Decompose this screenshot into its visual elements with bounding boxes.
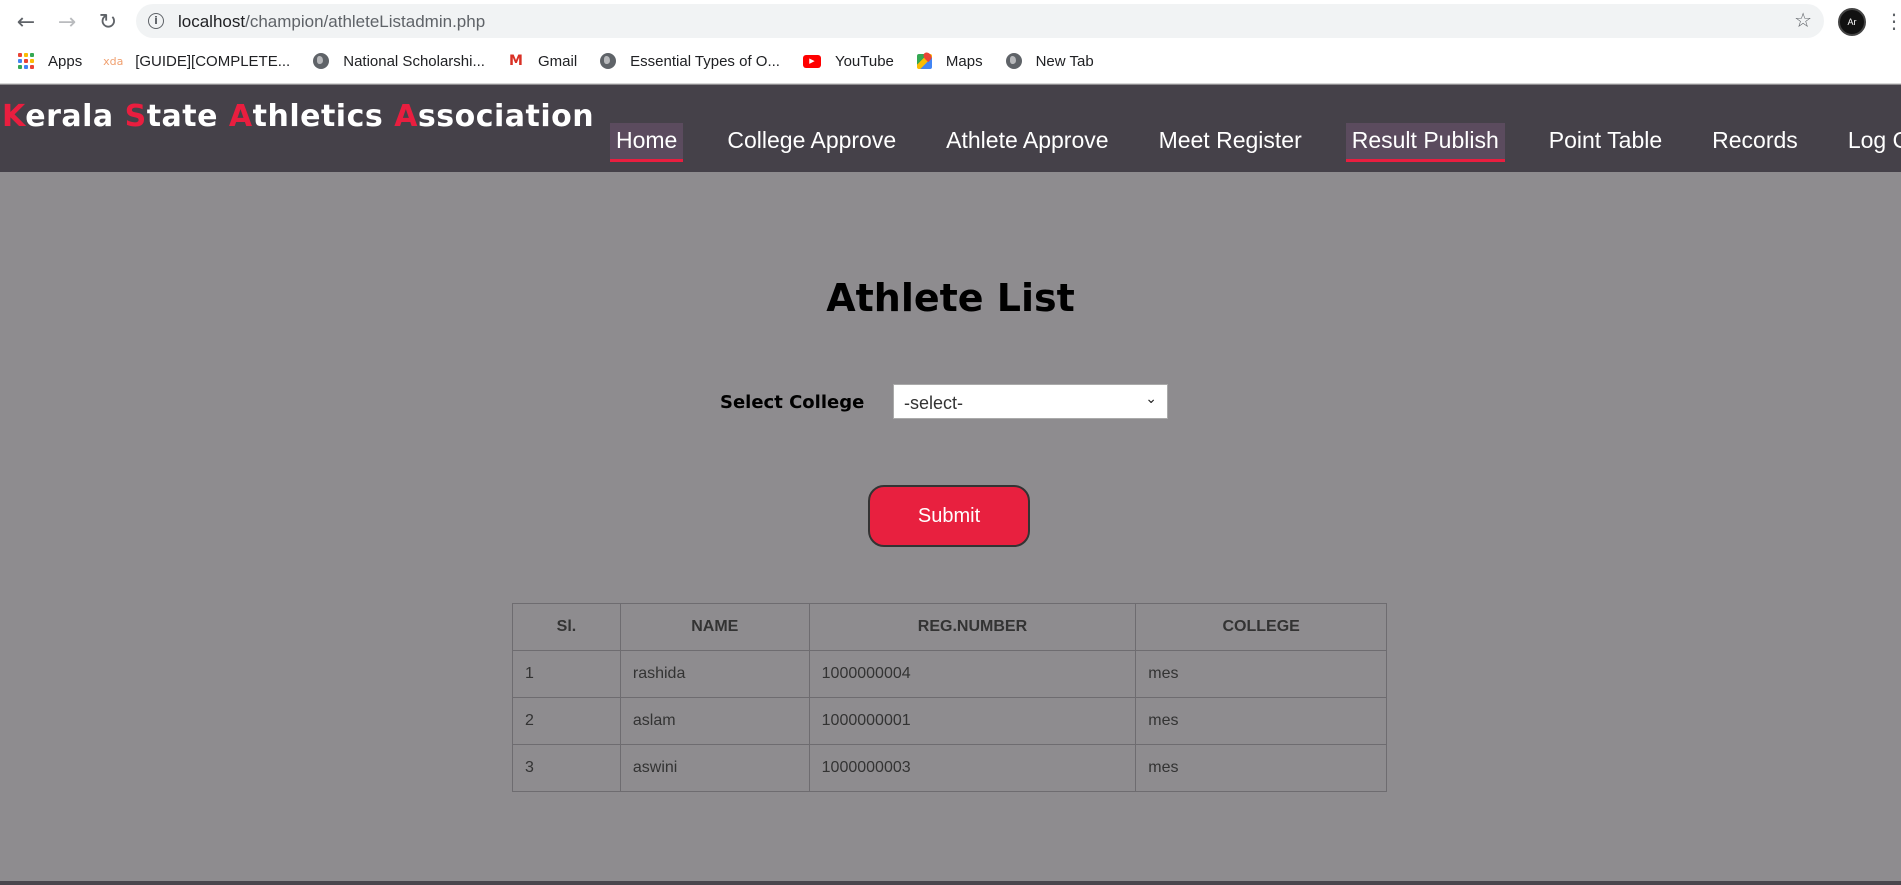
youtube-icon: ▶ <box>802 54 821 68</box>
info-icon[interactable]: i <box>148 13 164 29</box>
profile-avatar[interactable]: Ar <box>1838 8 1866 36</box>
table-header-row: Sl. NAME REG.NUMBER COLLEGE <box>512 603 1387 651</box>
bookmark-maps[interactable]: Maps <box>916 52 983 70</box>
gmail-icon: M <box>509 53 523 69</box>
column-header-name: NAME <box>619 603 810 651</box>
maps-icon <box>916 53 932 69</box>
main-content: Athlete List Select College -select- ⌄ S… <box>0 172 1901 882</box>
globe-icon <box>1005 53 1022 69</box>
bookmark-label: National Scholarshi... <box>343 52 485 70</box>
bookmark-apps[interactable]: Apps <box>18 53 82 70</box>
page-title: Athlete List <box>826 276 1075 320</box>
cell-name: rashida <box>619 650 810 698</box>
column-header-college: COLLEGE <box>1135 603 1387 651</box>
bookmark-label: Apps <box>48 52 83 70</box>
table-row: 2 aslam 1000000001 mes <box>512 697 1387 745</box>
cell-reg-number: 1000000001 <box>808 697 1137 745</box>
bookmark-label: [GUIDE][COMPLETE... <box>135 52 291 70</box>
logo-initial: S <box>124 99 147 134</box>
cell-college: mes <box>1135 697 1387 745</box>
logo-initial: K <box>2 99 26 134</box>
nav-records[interactable]: Records <box>1706 123 1804 159</box>
bookmark-label: YouTube <box>834 52 894 70</box>
bookmark-gmail[interactable]: M Gmail <box>508 53 577 70</box>
cell-reg-number: 1000000004 <box>808 650 1137 698</box>
nav-athlete-approve[interactable]: Athlete Approve <box>940 123 1114 159</box>
table-row: 1 rashida 1000000004 mes <box>512 650 1387 698</box>
url-host: localhost <box>178 12 246 31</box>
bookmark-youtube[interactable]: ▶ YouTube <box>802 52 894 70</box>
nav-meet-register[interactable]: Meet Register <box>1153 123 1308 159</box>
bookmark-essential-types[interactable]: Essential Types of O... <box>600 53 780 70</box>
select-value: -select- <box>904 393 964 413</box>
bookmark-label: New Tab <box>1035 52 1094 70</box>
bookmark-star-icon[interactable]: ☆ <box>1794 8 1812 32</box>
column-header-sl: Sl. <box>512 603 621 651</box>
address-bar[interactable]: i localhost/champion/athleteListadmin.ph… <box>136 4 1824 38</box>
back-arrow-icon[interactable]: ← <box>12 8 40 36</box>
chevron-down-icon: ⌄ <box>1145 391 1157 407</box>
footer-strip <box>0 881 1901 885</box>
logo-word: thletics <box>252 99 395 134</box>
nav-result-publish[interactable]: Result Publish <box>1345 123 1505 162</box>
bookmark-new-tab[interactable]: New Tab <box>1005 52 1094 70</box>
site-header: Kerala State Athletics Association Home … <box>0 85 1901 172</box>
url-text[interactable]: localhost/champion/athleteListadmin.php <box>178 12 485 32</box>
bookmark-label: Essential Types of O... <box>630 52 780 70</box>
nav-home[interactable]: Home <box>610 123 684 162</box>
bookmark-label: Gmail <box>537 52 578 70</box>
reload-icon[interactable]: ↻ <box>94 8 122 36</box>
apps-grid-icon <box>18 53 34 69</box>
logo-word: ssociation <box>417 99 595 134</box>
table-row: 3 aswini 1000000003 mes <box>512 744 1387 792</box>
globe-icon <box>600 53 617 69</box>
column-header-reg-number: REG.NUMBER <box>808 603 1137 651</box>
cell-college: mes <box>1135 650 1387 698</box>
cell-sl: 3 <box>512 744 621 792</box>
cell-reg-number: 1000000003 <box>808 744 1137 792</box>
browser-toolbar: ← → ↻ i localhost/champion/athleteListad… <box>0 0 1901 42</box>
browser-menu-icon[interactable]: ⋮ <box>1884 9 1901 33</box>
athlete-table: Sl. NAME REG.NUMBER COLLEGE 1 rashida 10… <box>512 603 1387 792</box>
bookmark-label: Maps <box>945 52 983 70</box>
cell-sl: 1 <box>512 650 621 698</box>
xda-icon: xda <box>103 54 124 68</box>
nav-point-table[interactable]: Point Table <box>1543 123 1668 159</box>
bookmarks-bar: Apps xda [GUIDE][COMPLETE... National Sc… <box>0 47 1901 75</box>
main-nav: Home College Approve Athlete Approve Mee… <box>610 123 1901 162</box>
cell-sl: 2 <box>512 697 621 745</box>
site-logo[interactable]: Kerala State Athletics Association <box>2 99 594 134</box>
nav-log-out[interactable]: Log Out <box>1842 123 1901 159</box>
logo-initial: A <box>394 99 418 134</box>
cell-college: mes <box>1135 744 1387 792</box>
bookmark-national-scholarship[interactable]: National Scholarshi... <box>313 53 485 70</box>
cell-name: aslam <box>619 697 810 745</box>
bookmark-guide[interactable]: xda [GUIDE][COMPLETE... <box>103 52 291 70</box>
logo-word: tate <box>146 99 229 134</box>
logo-initial: A <box>228 99 253 134</box>
select-college-label: Select College <box>720 392 865 413</box>
cell-name: aswini <box>619 744 810 792</box>
browser-chrome: ← → ↻ i localhost/champion/athleteListad… <box>0 0 1901 84</box>
submit-button[interactable]: Submit <box>868 485 1030 547</box>
forward-arrow-icon[interactable]: → <box>53 8 81 36</box>
college-select[interactable]: -select- ⌄ <box>893 384 1168 419</box>
logo-word: erala <box>25 99 125 134</box>
url-path: /champion/athleteListadmin.php <box>245 12 486 31</box>
globe-icon <box>313 53 330 69</box>
nav-college-approve[interactable]: College Approve <box>721 123 902 159</box>
